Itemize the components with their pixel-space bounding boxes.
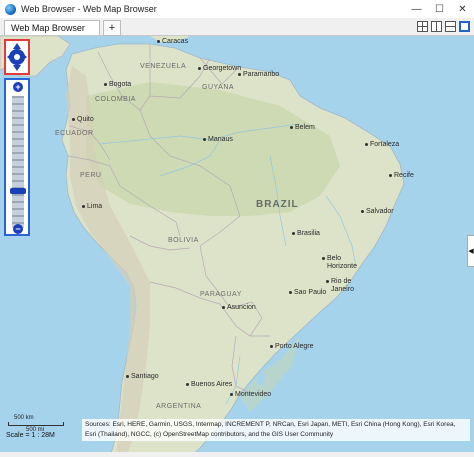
city-bogota: Bogota — [104, 81, 131, 88]
city-rio-de-janeiro: Rio de Janeiro — [326, 278, 354, 294]
scale-bar: 500 km 500 mi — [4, 414, 64, 444]
city-santiago: Santiago — [126, 373, 159, 380]
close-button[interactable]: ✕ — [451, 0, 474, 18]
city-lima: Lima — [82, 203, 102, 210]
city-manaus: Manaus — [203, 136, 233, 143]
country-label-venezuela: VENEZUELA — [140, 63, 187, 70]
city-porto-alegre: Porto Alegre — [270, 343, 314, 350]
city-sao-paulo: Sao Paulo — [289, 289, 326, 296]
grid-layout-icon[interactable] — [417, 21, 428, 32]
map-view[interactable]: VENEZUELA GUYANA COLOMBIA ECUADOR PERU B… — [0, 36, 474, 457]
country-label-ecuador: ECUADOR — [55, 130, 94, 137]
country-label-bolivia: BOLIVIA — [168, 237, 199, 244]
pan-control[interactable] — [4, 39, 30, 75]
single-view-icon[interactable] — [459, 21, 470, 32]
country-label-brazil: BRAZIL — [256, 199, 299, 210]
zoom-slider-thumb[interactable] — [10, 188, 26, 194]
split-vertical-icon[interactable] — [431, 21, 442, 32]
city-belem: Belem — [290, 124, 315, 131]
city-belo-horizonte: Belo Horizonte — [322, 255, 357, 271]
tab-strip: Web Map Browser + — [0, 18, 474, 36]
zoom-slider-track[interactable] — [12, 96, 24, 228]
city-montevideo: Montevideo — [230, 391, 271, 398]
window-bottom-border — [0, 452, 474, 457]
scale-ratio: Scale = 1 : 28M — [6, 432, 55, 439]
layout-buttons — [417, 21, 470, 32]
country-label-colombia: COLOMBIA — [95, 96, 136, 103]
city-asuncion: Asuncion — [222, 304, 256, 311]
city-recife: Recife — [389, 172, 414, 179]
country-label-paraguay: PARAGUAY — [200, 291, 242, 298]
zoom-in-button[interactable]: + — [13, 82, 23, 92]
city-brasilia: Brasilia — [292, 230, 320, 237]
pan-arrows-icon — [7, 43, 27, 71]
city-georgetown: Georgetown — [198, 65, 241, 72]
country-label-argentina: ARGENTINA — [156, 403, 202, 410]
country-label-peru: PERU — [80, 172, 102, 179]
country-label-guyana: GUYANA — [202, 84, 235, 91]
title-bar: Web Browser - Web Map Browser — ☐ ✕ — [0, 0, 474, 18]
city-paramaribo: Paramaribo — [238, 71, 279, 78]
maximize-button[interactable]: ☐ — [428, 0, 451, 18]
city-caracas: Caracas — [157, 38, 188, 45]
window-controls: — ☐ ✕ — [405, 0, 474, 18]
minimize-button[interactable]: — — [405, 0, 428, 18]
scale-km-label: 500 km — [14, 415, 34, 421]
tab-web-map-browser[interactable]: Web Map Browser — [4, 20, 100, 35]
add-tab-button[interactable]: + — [103, 20, 121, 36]
zoom-out-button[interactable]: − — [13, 224, 23, 234]
scale-km-line — [8, 422, 64, 426]
split-horizontal-icon[interactable] — [445, 21, 456, 32]
city-buenos-aires: Buenos Aires — [186, 381, 232, 388]
globe-icon — [5, 3, 16, 15]
window-title: Web Browser - Web Map Browser — [21, 4, 157, 14]
zoom-control: + − — [4, 78, 30, 236]
collapse-panel-button[interactable]: ◀ — [467, 235, 474, 267]
city-salvador: Salvador — [361, 208, 394, 215]
map-attribution: Sources: Esri, HERE, Garmin, USGS, Inter… — [82, 419, 470, 441]
city-fortaleza: Fortaleza — [365, 141, 399, 148]
city-quito: Quito — [72, 116, 94, 123]
